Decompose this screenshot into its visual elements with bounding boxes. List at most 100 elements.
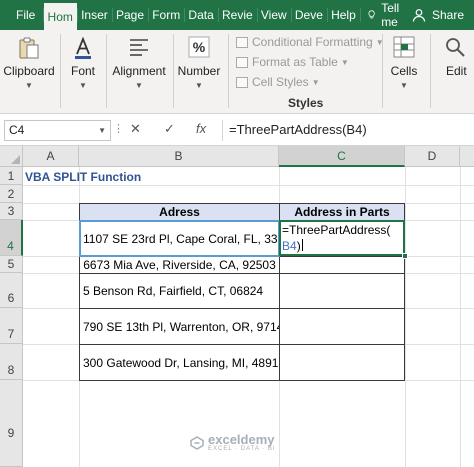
name-box-value: C4 bbox=[9, 123, 25, 137]
gridline bbox=[23, 185, 474, 186]
formula-bar: C4 ▼ ⋮ ✕ ✓ fx =ThreePartAddress(B4) bbox=[0, 114, 474, 146]
conditional-formatting-icon bbox=[236, 36, 248, 48]
name-box[interactable]: C4 ▼ bbox=[4, 120, 111, 141]
tab-insert[interactable]: Inser bbox=[77, 0, 112, 30]
row-header-6[interactable]: 6 bbox=[0, 273, 23, 308]
tab-home[interactable]: Hom bbox=[43, 3, 77, 30]
table-cell-c8[interactable] bbox=[279, 344, 405, 381]
table-header-address[interactable]: Adress bbox=[79, 203, 280, 221]
fill-handle[interactable] bbox=[402, 253, 408, 259]
watermark-tagline: EXCEL · DATA · BI bbox=[208, 446, 276, 452]
cell-edit-text[interactable]: =ThreePartAddress( B4) bbox=[282, 222, 390, 254]
lightbulb-icon bbox=[368, 10, 375, 19]
row-header-9[interactable]: 9 bbox=[0, 380, 23, 467]
worksheet-grid[interactable]: A B C D 1 2 3 4 5 6 7 8 9 VBA SPLIT Func… bbox=[0, 146, 474, 467]
number-group[interactable]: % Number ▼ bbox=[174, 30, 224, 114]
exceldemy-watermark: exceldemy EXCEL · DATA · BI bbox=[190, 432, 276, 452]
styles-group-label: Styles bbox=[288, 96, 324, 110]
cell-styles-label: Cell Styles bbox=[252, 75, 309, 89]
cancel-button[interactable]: ✕ bbox=[130, 121, 141, 137]
clipboard-icon bbox=[19, 37, 39, 59]
cells-icon bbox=[393, 36, 415, 58]
ribbon-home: Clipboard ▼ Font ▼ Alignment ▼ % Number … bbox=[0, 30, 474, 114]
table-row-address-b8[interactable]: 300 Gatewood Dr, Lansing, MI, 48917 bbox=[79, 344, 280, 381]
editing-label: Edit bbox=[446, 64, 467, 78]
share-person-icon bbox=[412, 9, 426, 22]
tab-help[interactable]: Help bbox=[327, 0, 360, 30]
conditional-formatting-button[interactable]: Conditional Formatting ▼ bbox=[236, 35, 384, 49]
ribbon-divider bbox=[430, 34, 431, 108]
conditional-formatting-label: Conditional Formatting bbox=[252, 35, 373, 49]
column-header-b[interactable]: B bbox=[79, 146, 279, 167]
chevron-down-icon: ▼ bbox=[25, 81, 33, 90]
clipboard-label: Clipboard bbox=[3, 64, 55, 78]
row-header-2[interactable]: 2 bbox=[0, 185, 23, 203]
tab-review[interactable]: Revie bbox=[218, 0, 257, 30]
chevron-down-icon: ▼ bbox=[400, 81, 408, 90]
row-header-4[interactable]: 4 bbox=[0, 220, 23, 256]
cell-edit-line-2: B4) bbox=[282, 238, 390, 254]
number-label: Number bbox=[177, 64, 221, 78]
row-header-3[interactable]: 3 bbox=[0, 203, 23, 220]
watermark-name: exceldemy bbox=[208, 432, 275, 447]
row-header-1[interactable]: 1 bbox=[0, 167, 23, 185]
cell-styles-icon bbox=[236, 76, 248, 88]
tab-developer[interactable]: Deve bbox=[291, 0, 327, 30]
tab-formulas[interactable]: Form bbox=[148, 0, 184, 30]
row-header-7[interactable]: 7 bbox=[0, 308, 23, 344]
table-row-address-b4[interactable]: 1107 SE 23rd Pl, Cape Coral, FL, 33990 bbox=[79, 220, 280, 257]
table-cell-c7[interactable] bbox=[279, 308, 405, 345]
column-header-a[interactable]: A bbox=[23, 146, 79, 167]
alignment-group[interactable]: Alignment ▼ bbox=[107, 30, 171, 114]
splitter-handle-icon[interactable]: ⋮ bbox=[113, 122, 124, 135]
font-a-icon bbox=[75, 36, 91, 59]
ribbon-divider bbox=[228, 34, 229, 108]
exceldemy-logo-icon bbox=[190, 436, 204, 450]
format-as-table-button[interactable]: Format as Table ▼ bbox=[236, 55, 349, 69]
cell-edit-reference: B4 bbox=[282, 239, 297, 253]
table-header-address-parts[interactable]: Address in Parts bbox=[279, 203, 405, 221]
chevron-down-icon: ▼ bbox=[135, 81, 143, 90]
align-lines-icon bbox=[130, 39, 148, 56]
tell-me-label: Tell me bbox=[381, 1, 400, 29]
share-button[interactable]: Share bbox=[408, 0, 474, 30]
column-header-e-partial[interactable] bbox=[460, 146, 474, 167]
chevron-down-icon: ▼ bbox=[340, 57, 349, 67]
chevron-down-icon: ▼ bbox=[79, 81, 87, 90]
row-header-5[interactable]: 5 bbox=[0, 256, 23, 273]
magnifier-icon bbox=[446, 38, 465, 57]
tab-file[interactable]: File bbox=[0, 0, 43, 30]
editing-group[interactable]: Edit bbox=[436, 30, 474, 114]
tab-page-layout[interactable]: Page bbox=[112, 0, 148, 30]
active-cell-c4-editor[interactable]: =ThreePartAddress( B4) bbox=[279, 220, 408, 259]
table-cell-c6[interactable] bbox=[279, 273, 405, 309]
chevron-down-icon: ▼ bbox=[195, 81, 203, 90]
select-all-corner[interactable] bbox=[0, 146, 23, 167]
tell-me-search[interactable]: Tell me bbox=[364, 0, 408, 30]
row-header-8[interactable]: 8 bbox=[0, 344, 23, 380]
cell-styles-button[interactable]: Cell Styles ▼ bbox=[236, 75, 320, 89]
insert-function-button[interactable]: fx bbox=[196, 121, 206, 136]
chevron-down-icon: ▼ bbox=[311, 77, 320, 87]
clipboard-group[interactable]: Clipboard ▼ bbox=[0, 30, 58, 114]
font-group[interactable]: Font ▼ bbox=[61, 30, 105, 114]
cells-group[interactable]: Cells ▼ bbox=[384, 30, 424, 114]
enter-button[interactable]: ✓ bbox=[164, 121, 175, 137]
font-label: Font bbox=[70, 64, 95, 78]
svg-text:%: % bbox=[193, 39, 206, 55]
ribbon-divider bbox=[382, 34, 383, 108]
table-row-address-b6[interactable]: 5 Benson Rd, Fairfield, CT, 06824 bbox=[79, 273, 280, 309]
column-header-d[interactable]: D bbox=[405, 146, 460, 167]
formula-input[interactable]: =ThreePartAddress(B4) bbox=[222, 120, 474, 141]
cells-label: Cells bbox=[390, 64, 418, 78]
tab-data[interactable]: Data bbox=[184, 0, 217, 30]
table-cell-c5[interactable] bbox=[279, 256, 405, 274]
table-row-address-b5[interactable]: 6673 Mia Ave, Riverside, CA, 92503 bbox=[79, 256, 280, 274]
column-header-c[interactable]: C bbox=[279, 146, 405, 167]
sheet-title: VBA SPLIT Function bbox=[25, 170, 142, 184]
cell-edit-line-1: =ThreePartAddress( bbox=[282, 223, 391, 237]
share-label: Share bbox=[432, 8, 465, 22]
percent-icon: % bbox=[188, 36, 210, 58]
tab-view[interactable]: View bbox=[257, 0, 291, 30]
table-row-address-b7[interactable]: 790 SE 13th Pl, Warrenton, OR, 97146 bbox=[79, 308, 280, 345]
